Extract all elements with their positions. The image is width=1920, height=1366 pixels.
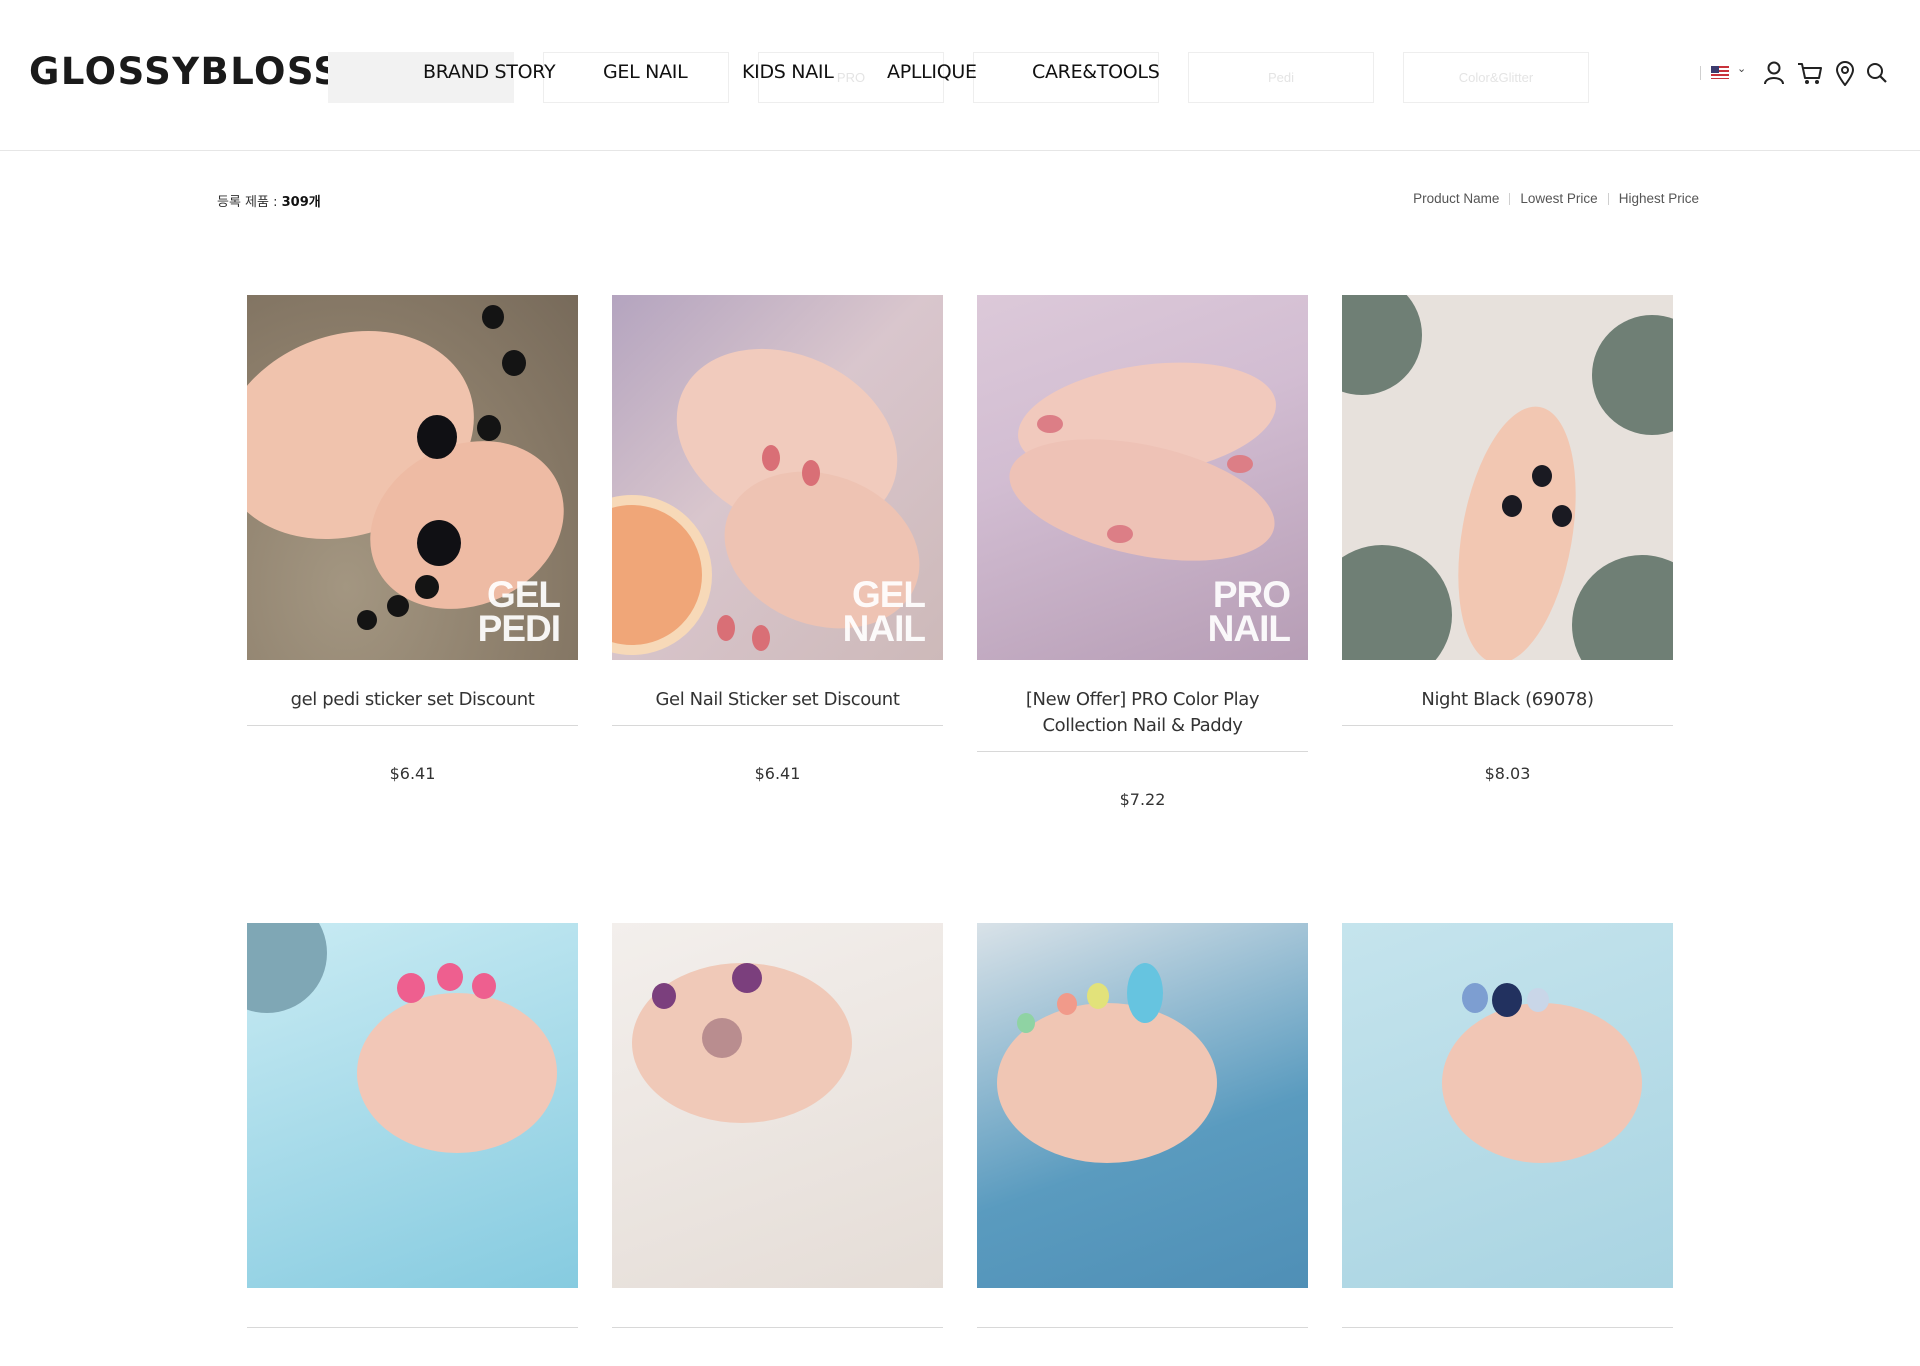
product-card[interactable] — [247, 923, 578, 1366]
product-card[interactable] — [612, 923, 943, 1366]
product-image[interactable]: PRO NAIL — [977, 295, 1308, 660]
product-count-label: 등록 제품 : — [217, 195, 282, 210]
cart-icon[interactable] — [1797, 60, 1823, 86]
product-image[interactable] — [612, 923, 943, 1288]
divider — [1607, 192, 1609, 205]
product-name[interactable]: Night Black (69078) — [1342, 660, 1673, 726]
nav-gel-nail[interactable]: GEL NAIL — [603, 61, 688, 83]
divider — [1509, 192, 1511, 205]
sort-product-name[interactable]: Product Name — [1413, 191, 1499, 206]
nav-care-tools[interactable]: CARE&TOOLS — [1032, 61, 1160, 83]
nav-kids-nail[interactable]: KIDS NAIL — [742, 61, 834, 83]
product-price — [247, 1328, 578, 1366]
site-header: GLOSSYBLOSSOM PRO Pedi Color&Glitter BRA… — [0, 0, 1920, 151]
product-card[interactable]: PRO NAIL [New Offer] PRO Color Play Colle… — [977, 295, 1308, 809]
product-card[interactable] — [977, 923, 1308, 1366]
product-name[interactable]: [New Offer] PRO Color Play Collection Na… — [977, 660, 1308, 752]
product-name[interactable]: Gel Nail Sticker set Discount — [612, 660, 943, 726]
product-count-value: 309개 — [281, 195, 321, 210]
product-image[interactable] — [247, 923, 578, 1288]
subtab-pedi[interactable]: Pedi — [1188, 52, 1374, 103]
sort-options: Product Name Lowest Price Highest Price — [1413, 191, 1699, 206]
product-name[interactable] — [1342, 1288, 1673, 1328]
sort-lowest-price[interactable]: Lowest Price — [1520, 191, 1597, 206]
product-image[interactable] — [1342, 923, 1673, 1288]
sort-highest-price[interactable]: Highest Price — [1619, 191, 1699, 206]
product-badge: GEL NAIL — [842, 574, 926, 649]
product-image[interactable] — [977, 923, 1308, 1288]
product-card[interactable]: GEL PEDI gel pedi sticker set Discount $6… — [247, 295, 578, 783]
product-price — [1342, 1328, 1673, 1366]
location-pin-icon[interactable] — [1834, 60, 1856, 86]
product-card[interactable] — [1342, 923, 1673, 1366]
product-badge: GEL PEDI — [477, 574, 561, 649]
product-price — [977, 1328, 1308, 1366]
product-image[interactable]: GEL NAIL — [612, 295, 943, 660]
product-price: $7.22 — [1119, 790, 1166, 809]
search-icon[interactable] — [1865, 60, 1889, 86]
product-card[interactable]: GEL NAIL Gel Nail Sticker set Discount $6… — [612, 295, 943, 783]
subtab-color-glitter[interactable]: Color&Glitter — [1403, 52, 1589, 103]
product-price: $6.41 — [754, 764, 801, 783]
product-name[interactable] — [247, 1288, 578, 1328]
product-name[interactable] — [612, 1288, 943, 1328]
product-price: $6.41 — [389, 764, 436, 783]
product-name[interactable]: gel pedi sticker set Discount — [247, 660, 578, 726]
divider — [1700, 66, 1701, 80]
chevron-down-icon[interactable]: ⌄ — [1737, 62, 1746, 75]
user-icon[interactable] — [1762, 60, 1786, 86]
product-price: $8.03 — [1484, 764, 1531, 783]
product-image[interactable] — [1342, 295, 1673, 660]
product-image[interactable]: GEL PEDI — [247, 295, 578, 660]
product-name[interactable] — [977, 1288, 1308, 1328]
us-flag-icon[interactable] — [1711, 66, 1729, 79]
product-card[interactable]: Night Black (69078) $8.03 — [1342, 295, 1673, 783]
nav-applique[interactable]: APLLIQUE — [887, 61, 977, 83]
product-price — [612, 1328, 943, 1366]
product-badge: PRO NAIL — [1207, 574, 1291, 649]
product-count: 등록 제품 : 309개 — [217, 191, 321, 210]
nav-brand-story[interactable]: BRAND STORY — [423, 61, 556, 83]
